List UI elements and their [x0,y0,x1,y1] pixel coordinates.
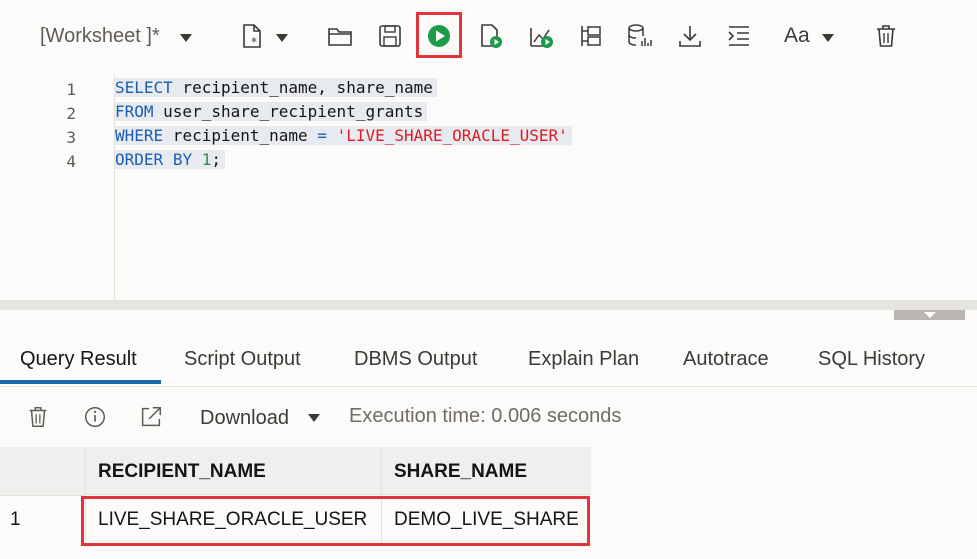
output-tabs: Query Result Script Output DBMS Output E… [0,330,977,387]
code-token: ORDER [115,150,164,169]
pane-splitter[interactable] [0,300,977,330]
open-in-new-window-icon[interactable] [138,404,164,430]
code-token: SELECT [115,78,173,97]
column-header-share-name[interactable]: SHARE_NAME [381,447,591,495]
open-folder-icon[interactable] [326,22,354,50]
code-token: = [317,126,327,145]
font-icon[interactable]: Aa [784,24,810,48]
splitter-bar[interactable] [0,300,977,310]
svg-text:*: * [251,35,257,49]
worksheet-toolbar: [Worksheet ]* * Aa [0,0,977,74]
font-chevron-down-icon[interactable] [822,34,834,42]
execution-time: Execution time: 0.006 seconds [349,405,622,427]
save-icon[interactable] [376,22,404,50]
collapse-handle[interactable] [894,310,965,320]
code-token: recipient_name [163,126,318,145]
code-token: BY [172,150,193,169]
format-icon[interactable] [725,22,753,50]
tab-script-output[interactable]: Script Output [184,348,301,371]
new-file-icon[interactable]: * [238,22,266,50]
code-token: FROM [115,102,154,121]
tab-query-result[interactable]: Query Result [20,348,137,371]
tab-sql-history[interactable]: SQL History [818,348,925,371]
row-number: 1 [10,509,21,530]
column-header-recipient-name[interactable]: RECIPIENT_NAME [85,447,381,495]
code-line[interactable]: FROM user_share_recipient_grants [115,102,428,121]
code-token: user_share_recipient_grants [153,102,424,121]
sql-editor[interactable]: 1 2 3 4 SELECT recipient_name, share_nam… [0,74,977,300]
info-icon[interactable] [82,404,108,430]
line-number: 3 [66,128,76,147]
download-chevron-down-icon[interactable] [308,414,320,422]
code-token: WHERE [115,126,164,145]
database-icon[interactable] [625,22,653,50]
code-line[interactable]: SELECT recipient_name, share_name [115,78,437,97]
active-tab-indicator [0,380,161,384]
tab-explain-plan[interactable]: Explain Plan [528,348,639,371]
trash-icon[interactable] [872,22,900,50]
run-button-highlight [416,12,462,58]
download-icon[interactable] [676,22,704,50]
result-row-highlight [81,496,590,546]
code-token: 1 [201,150,212,169]
new-file-chevron-down-icon[interactable] [276,34,288,42]
autotrace-icon[interactable] [527,22,555,50]
worksheet-chevron-down-icon[interactable] [180,34,192,42]
grid-corner [0,447,85,496]
result-toolbar: Download Execution time: 0.006 seconds [0,387,977,447]
line-number: 1 [66,80,76,99]
code-token: 'LIVE_SHARE_ORACLE_USER' [336,126,568,145]
explain-plan-icon[interactable] [577,22,605,50]
clear-results-trash-icon[interactable] [25,404,51,430]
code-token: recipient_name, share_name [172,78,433,97]
download-dropdown[interactable]: Download [200,407,289,430]
line-number: 2 [66,104,76,123]
code-line[interactable]: WHERE recipient_name = 'LIVE_SHARE_ORACL… [115,126,572,145]
code-token: ; [211,150,221,169]
run-script-icon[interactable] [477,22,505,50]
tab-autotrace[interactable]: Autotrace [683,348,769,371]
worksheet-title[interactable]: [Worksheet ]* [40,25,160,48]
code-line[interactable]: ORDER BY 1; [115,150,225,169]
tab-dbms-output[interactable]: DBMS Output [354,348,477,371]
line-number-gutter: 1 2 3 4 [0,74,115,300]
line-number: 4 [66,152,76,171]
